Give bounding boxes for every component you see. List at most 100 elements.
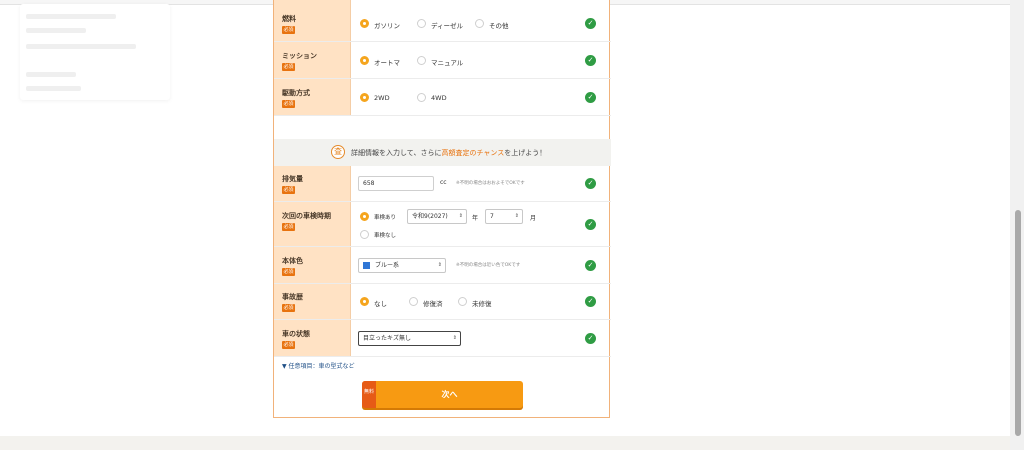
side-card-line — [26, 86, 81, 91]
option-gasoline[interactable]: ガソリン — [374, 20, 400, 30]
label-fuel: 燃料 — [282, 15, 296, 23]
radio-4wd[interactable] — [417, 93, 426, 102]
label-cell: 事故歴 必須 — [274, 284, 351, 319]
check-icon: ✓ — [585, 92, 596, 103]
year-unit: 年 — [472, 215, 479, 222]
banner-text-before: 詳細情報を入力して、さらに — [351, 149, 442, 157]
displacement-input[interactable]: 658 — [358, 176, 434, 191]
option-manual[interactable]: マニュアル — [431, 57, 463, 67]
radio-gasoline[interactable] — [360, 19, 369, 28]
required-badge: 必須 — [282, 304, 295, 312]
label-cell: 駆動方式 必須 — [274, 79, 351, 115]
radio-automatic[interactable] — [360, 56, 369, 65]
label-accident: 事故歴 — [282, 293, 303, 301]
label-cell: 燃料 必須 — [274, 0, 351, 41]
footer-strip — [0, 436, 1024, 450]
row-drive: 駆動方式 必須 2WD 4WD ✓ — [274, 79, 611, 116]
side-card-line — [26, 72, 76, 77]
option-diesel[interactable]: ディーゼル — [431, 20, 463, 30]
radio-other-fuel[interactable] — [475, 19, 484, 28]
option-other-fuel[interactable]: その他 — [489, 20, 509, 30]
displacement-unit: cc — [440, 179, 447, 186]
label-cell: 車の状態 必須 — [274, 320, 351, 356]
required-badge: 必須 — [282, 100, 295, 108]
condition-select[interactable]: 目立ったキズ無し ⇕ — [358, 331, 461, 346]
row-displacement: 排気量 必須 658 cc ※不明の場合はおおよそでOKです ✓ — [274, 166, 611, 202]
month-unit: 月 — [530, 215, 537, 222]
row-fuel: 燃料 必須 ガソリン ディーゼル その他 ✓ — [274, 0, 611, 42]
body-color-select[interactable]: ブルー系 ⇕ — [358, 258, 446, 273]
row-accident: 事故歴 必須 なし 修復済 未修復 ✓ — [274, 284, 611, 320]
free-badge: 無料 — [362, 381, 376, 408]
displacement-note: ※不明の場合はおおよそでOKです — [456, 181, 525, 186]
option-2wd[interactable]: 2WD — [374, 94, 390, 102]
radio-manual[interactable] — [417, 56, 426, 65]
required-badge: 必須 — [282, 223, 295, 231]
scrollbar-thumb[interactable] — [1015, 210, 1021, 436]
label-drive: 駆動方式 — [282, 89, 310, 97]
appraisal-icon: 査 — [331, 145, 345, 159]
color-swatch-icon — [363, 262, 370, 269]
side-card-line — [26, 44, 136, 49]
condition-value: 目立ったキズ無し — [363, 335, 412, 342]
check-icon: ✓ — [585, 18, 596, 29]
side-card-line — [26, 28, 86, 33]
required-badge: 必須 — [282, 26, 295, 34]
label-displacement: 排気量 — [282, 175, 303, 183]
radio-inspection-yes[interactable] — [360, 212, 369, 221]
label-cell: 次回の車検時期 必須 — [274, 202, 351, 246]
radio-2wd[interactable] — [360, 93, 369, 102]
label-body-color: 本体色 — [282, 257, 303, 265]
chevron-updown-icon: ⇕ — [458, 213, 463, 219]
inspection-month-value: 7 — [490, 213, 494, 220]
check-icon: ✓ — [585, 260, 596, 271]
row-inspection: 次回の車検時期 必須 車検あり 令和9(2027) ⇕ 年 7 ⇕ 月 車検なし ✓ — [274, 202, 611, 247]
row-transmission: ミッション 必須 オートマ マニュアル ✓ — [274, 42, 611, 79]
check-icon: ✓ — [585, 333, 596, 344]
required-badge: 必須 — [282, 268, 295, 276]
option-unrepaired[interactable]: 未修復 — [472, 298, 492, 308]
label-transmission: ミッション — [282, 52, 317, 60]
inspection-year-value: 令和9(2027) — [412, 213, 448, 220]
label-cell: ミッション 必須 — [274, 42, 351, 78]
side-card-line — [26, 14, 116, 19]
banner-highlight: 高額査定のチャンス — [441, 149, 505, 157]
check-icon: ✓ — [585, 55, 596, 66]
radio-repaired[interactable] — [409, 297, 418, 306]
label-condition: 車の状態 — [282, 330, 310, 338]
body-color-value: ブルー系 — [375, 262, 400, 269]
detail-banner: 査 詳細情報を入力して、さらに高額査定のチャンスを上げよう！ — [274, 139, 611, 166]
option-4wd[interactable]: 4WD — [431, 94, 447, 102]
next-button[interactable]: 無料 次へ — [362, 381, 523, 408]
option-repaired[interactable]: 修復済 — [423, 298, 443, 308]
row-condition: 車の状態 必須 目立ったキズ無し ⇕ ✓ — [274, 320, 611, 357]
radio-inspection-no[interactable] — [360, 230, 369, 239]
radio-diesel[interactable] — [417, 19, 426, 28]
vehicle-form: 燃料 必須 ガソリン ディーゼル その他 ✓ ミッション 必須 オートマ マニュ… — [273, 0, 611, 418]
body-color-note: ※不明の場合は近い色でOKです — [456, 263, 521, 268]
banner-text-after: を上げよう！ — [504, 149, 547, 157]
check-icon: ✓ — [585, 178, 596, 189]
option-no-accident[interactable]: なし — [374, 298, 387, 308]
inspection-year-select[interactable]: 令和9(2027) ⇕ — [407, 209, 467, 224]
inspection-month-select[interactable]: 7 ⇕ — [485, 209, 523, 224]
banner-text: 詳細情報を入力して、さらに高額査定のチャンスを上げよう！ — [351, 148, 546, 158]
radio-no-accident[interactable] — [360, 297, 369, 306]
check-icon: ✓ — [585, 219, 596, 230]
optional-fields-toggle[interactable]: ▼ 任意項目：車の型式など — [282, 361, 355, 370]
required-badge: 必須 — [282, 63, 295, 71]
required-badge: 必須 — [282, 186, 295, 194]
row-body-color: 本体色 必須 ブルー系 ⇕ ※不明の場合は近い色でOKです ✓ — [274, 247, 611, 284]
check-icon: ✓ — [585, 296, 596, 307]
chevron-updown-icon: ⇕ — [514, 213, 519, 219]
chevron-updown-icon: ⇕ — [452, 335, 457, 341]
next-button-label: 次へ — [441, 390, 458, 399]
label-inspection: 次回の車検時期 — [282, 212, 331, 220]
label-cell: 本体色 必須 — [274, 247, 351, 283]
option-inspection-yes[interactable]: 車検あり — [374, 213, 396, 221]
option-inspection-no[interactable]: 車検なし — [374, 231, 396, 239]
radio-unrepaired[interactable] — [458, 297, 467, 306]
option-automatic[interactable]: オートマ — [374, 57, 400, 67]
chevron-updown-icon: ⇕ — [437, 262, 442, 268]
required-badge: 必須 — [282, 341, 295, 349]
